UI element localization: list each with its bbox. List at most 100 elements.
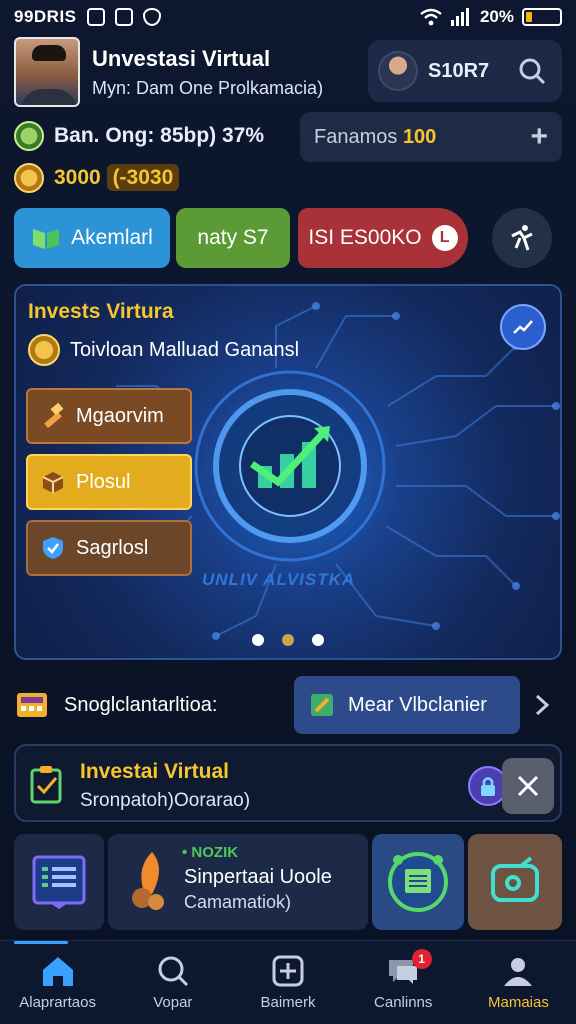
carousel-dot[interactable] [312,634,324,646]
chevron-right-icon [535,694,550,716]
hammer-icon [44,403,64,429]
gold-amount: 3000 (-3030 [54,164,180,191]
invest-card-subtitle: Sronpatoh)Oorarao) [80,790,251,811]
nav-item-add[interactable]: Baimerk [230,941,345,1024]
profile-subtitle: Myn: Dam One Prolkamacia) [92,77,324,98]
chart-check-icon [513,320,533,334]
nav-label-home: Alaprartaos [19,994,96,1011]
signal-icon [450,8,469,26]
tile-tag-text: NOZIK [191,844,239,861]
hero-button-3-label: Sagrlosl [76,536,149,559]
hero-button-2-label: Plosul [76,470,131,493]
action-red-label: ISI ES00KO [308,226,422,249]
close-icon [517,775,539,797]
header-code: S10R7 [428,59,490,82]
quill-icon [132,852,164,910]
add-box-icon [272,955,304,987]
favorites-pill[interactable]: Fanamos 100 + [300,112,562,162]
calculator-icon [17,693,47,717]
hero-caption: UNLIV ALVISTKA [202,570,356,589]
l-badge-icon: L [431,225,458,251]
action-button-blue[interactable]: Akemlarl [14,208,170,268]
hero-title: Invests Virtura [28,300,174,323]
nav-item-home[interactable]: Alaprartaos [0,941,115,1024]
user-coin-icon [14,121,44,151]
tile-feature[interactable]: • NOZIK Sinpertaai Uoole Camamatiok) [108,834,368,930]
favorites-value: 100 [402,125,437,148]
nav-item-messages[interactable]: 1 Canlinns [346,941,461,1024]
balance-row: Ban. Ong: 85bp) 37% [14,116,264,156]
hero-subtitle-row: Toivloan Malluad Ganansl [28,334,299,366]
carousel-dots [252,634,324,646]
info-row-label: Snoglclantarltioa: [64,693,218,716]
search-button[interactable] [512,51,552,91]
hero-button-2[interactable]: Plosul [26,454,192,510]
profile-text: Unvestasi Virtual Myn: Dam One Prolkamac… [92,46,323,99]
action-green-label: naty S7 [197,226,269,249]
hero-banner[interactable]: Invests Virtura Toivloan Malluad Ganansl… [14,284,562,660]
hero-button-3[interactable]: Sagrlosl [26,520,192,576]
profile-name: Unvestasi Virtual [92,45,271,71]
avatar[interactable] [14,37,80,107]
wifi-icon [420,8,442,26]
gold-amount-change: (-3030 [106,164,180,191]
book-icon [33,229,60,249]
tile-stats[interactable] [372,834,464,930]
sport-button[interactable] [492,208,552,268]
mini-avatar[interactable] [378,51,418,91]
wallet-icon [491,856,539,902]
invest-card[interactable]: Investai Virtual Sronpatoh)Oorarao) [14,744,562,822]
battery-percent: 20% [479,7,514,26]
hero-button-1-label: Mgaorvim [76,404,164,427]
hero-growth-graphic [194,370,386,562]
nav-label-search: Vopar [153,994,193,1011]
status-time: 99DRIS [14,7,77,26]
document-badge-icon [388,852,448,912]
more-button[interactable]: Mear Vlbclanier [294,676,520,734]
gold-amount-value: 3000 [54,166,101,189]
favorites-label-prefix: Fanamos [314,125,403,148]
gold-row: 3000 (-3030 [14,160,180,196]
search-icon [519,58,546,85]
plus-icon[interactable]: + [530,122,548,152]
carousel-dot[interactable] [252,634,264,646]
carousel-dot-active[interactable] [282,634,294,646]
tile-title: Sinpertaai Uoole [184,866,332,888]
header-pill[interactable]: S10R7 [368,40,562,102]
nav-item-profile[interactable]: Mamaias [461,941,576,1024]
gold-coin-icon [14,163,44,193]
nav-item-search[interactable]: Vopar [115,941,230,1024]
tile-subtitle: Camamatiok) [184,892,292,912]
home-icon [42,957,73,986]
box-icon [42,472,64,493]
status-bar: 99DRIS 20% [0,0,576,34]
hero-corner-button[interactable] [500,304,546,350]
favorites-label: Fanamos 100 [314,126,436,149]
action-blue-label: Akemlarl [71,226,153,249]
tile-report[interactable] [14,834,104,930]
shield-icon [142,8,161,26]
tile-wallet[interactable] [468,834,562,930]
balance-text: Ban. Ong: 85bp) 37% [54,124,265,147]
status-left: 99DRIS [14,7,161,27]
shield-check-icon [43,537,63,559]
bottom-nav: Alaprartaos Vopar Baimerk 1 Canlinns Mam… [0,940,576,1024]
status-right: 20% [420,7,562,27]
search-icon [158,956,188,987]
close-button[interactable] [502,758,554,814]
nav-label-add: Baimerk [260,994,316,1011]
tile-tag: • NOZIK [182,844,239,861]
notification-icon [86,8,105,26]
hero-button-1[interactable]: Mgaorvim [26,388,192,444]
lock-icon [481,777,495,796]
hero-subtitle: Toivloan Malluad Ganansl [70,338,300,361]
battery-icon [522,8,562,26]
dollar-coin-icon [28,334,60,366]
action-button-red[interactable]: ISI ES00KO L [298,208,468,268]
runner-icon [511,225,533,251]
chevron-right-button[interactable] [522,676,562,734]
report-icon [32,855,86,909]
profile-card[interactable]: Unvestasi Virtual Myn: Dam One Prolkamac… [14,36,354,108]
app-icon [114,8,133,26]
action-button-green[interactable]: naty S7 [176,208,290,268]
